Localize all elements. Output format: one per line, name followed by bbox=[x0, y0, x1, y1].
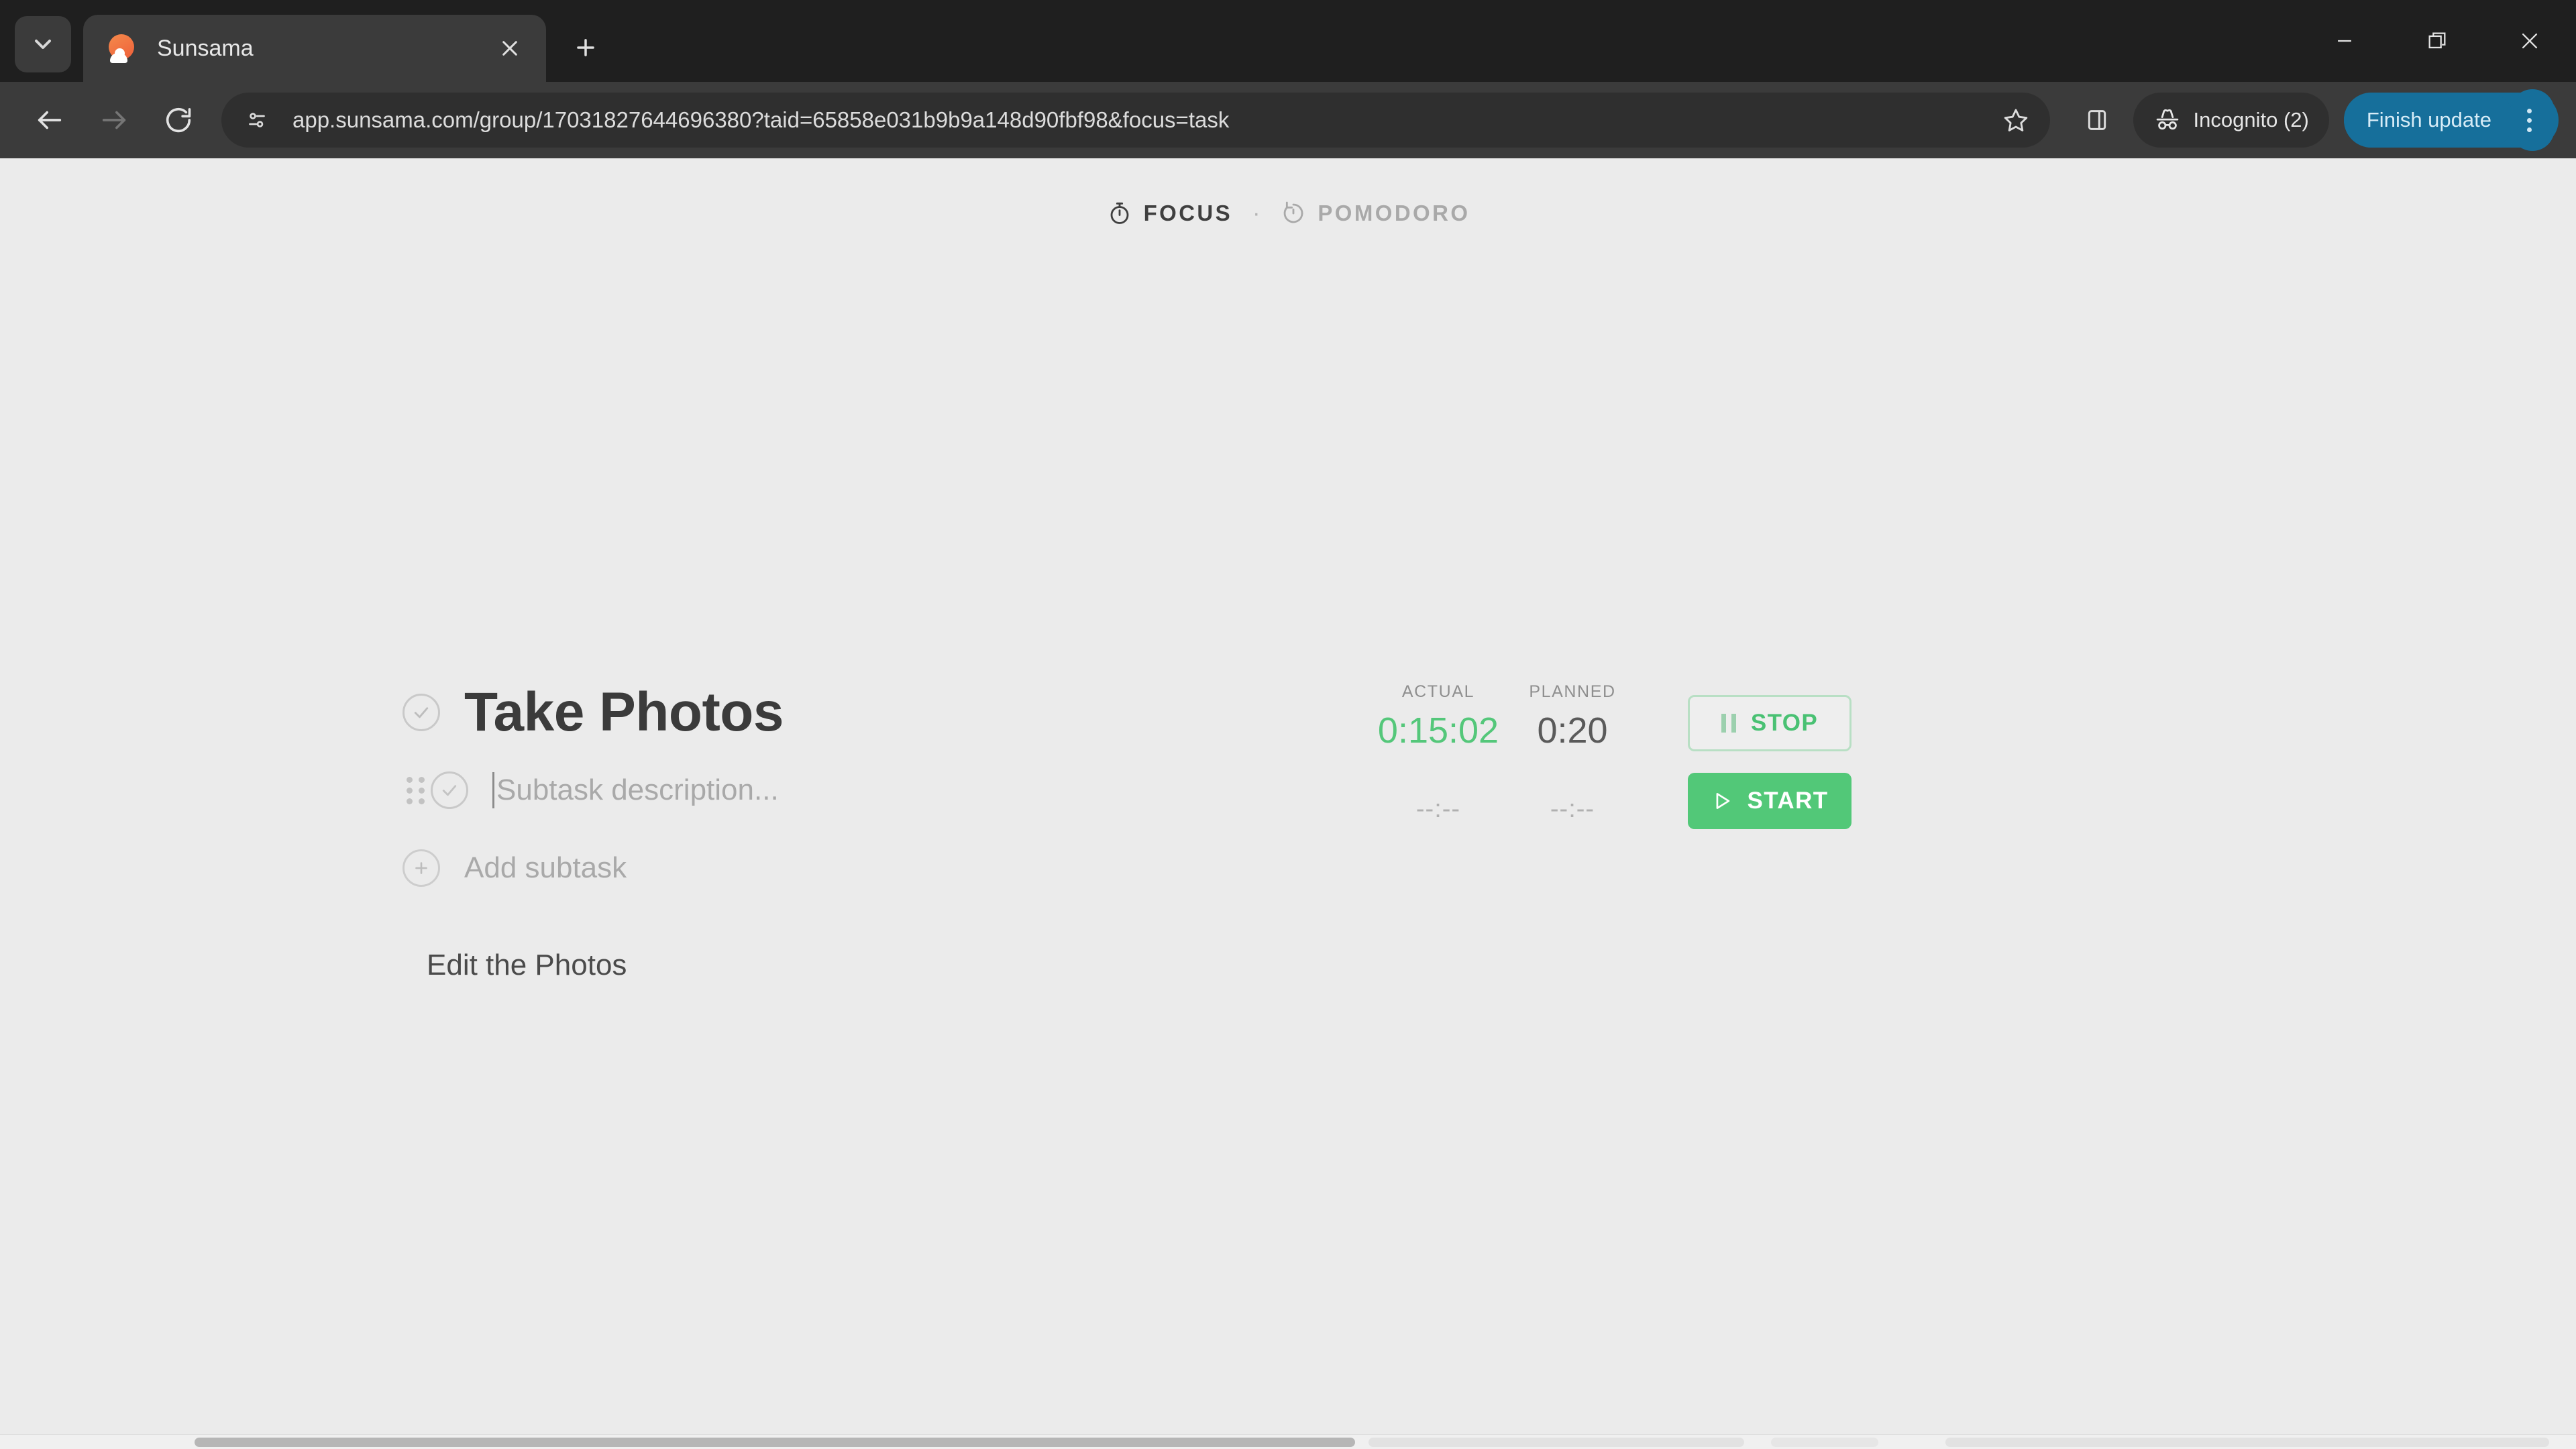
sunsama-favicon-icon bbox=[106, 33, 137, 64]
back-arrow-icon bbox=[38, 111, 62, 129]
chevron-down-icon bbox=[35, 40, 51, 49]
browser-window: Sunsama app.sunsama.com/group/1703182764… bbox=[0, 0, 2576, 1449]
side-panel-icon bbox=[2088, 110, 2106, 130]
window-controls bbox=[2298, 0, 2576, 82]
tab-search-button[interactable] bbox=[15, 16, 71, 72]
browser-menu-button[interactable] bbox=[2510, 89, 2555, 151]
update-group: Finish update bbox=[2343, 89, 2559, 151]
pause-icon bbox=[1721, 714, 1736, 733]
pomodoro-timer-icon bbox=[1284, 201, 1303, 223]
actual-time-value: 0:15:02 bbox=[1377, 710, 1499, 751]
stop-timer-button[interactable]: STOP bbox=[1688, 695, 1851, 751]
side-panel-button[interactable] bbox=[2068, 91, 2127, 150]
browser-tab[interactable]: Sunsama bbox=[83, 15, 546, 82]
scrollbar-track-segment bbox=[1771, 1438, 1878, 1447]
mode-label-focus: FOCUS bbox=[1143, 201, 1233, 225]
actual-time-column: ACTUAL 0:15:02 bbox=[1371, 682, 1505, 751]
close-window-button[interactable] bbox=[2483, 0, 2576, 82]
star-icon bbox=[2004, 109, 2027, 131]
play-icon bbox=[1717, 793, 1730, 809]
tune-sliders-icon bbox=[249, 113, 265, 127]
add-subtask-row[interactable]: Add subtask bbox=[402, 829, 1851, 907]
menu-dot bbox=[2526, 108, 2532, 113]
mode-label-pomodoro: POMODORO bbox=[1318, 201, 1470, 225]
subtask-row: Subtask description... --:-- --:-- START bbox=[402, 751, 1851, 829]
tab-strip: Sunsama bbox=[0, 0, 2576, 82]
subtask-timer-block: --:-- --:-- START bbox=[1371, 751, 1851, 829]
forward-button[interactable] bbox=[82, 88, 146, 152]
subtask-input[interactable]: Subtask description... bbox=[492, 772, 779, 808]
drag-handle-icon[interactable] bbox=[402, 775, 428, 805]
mode-separator: · bbox=[1252, 201, 1260, 226]
check-icon bbox=[414, 707, 429, 718]
stop-button-label: STOP bbox=[1750, 710, 1819, 736]
subtask-planned-column: --:-- bbox=[1505, 795, 1640, 829]
stopwatch-icon bbox=[1110, 202, 1128, 224]
incognito-hat-glasses-icon bbox=[2156, 109, 2178, 130]
close-icon bbox=[502, 41, 517, 56]
start-timer-button[interactable]: START bbox=[1688, 773, 1851, 829]
task-panel: Take Photos ACTUAL 0:15:02 PLANNED 0:20 … bbox=[402, 674, 1851, 982]
actual-caption: ACTUAL bbox=[1401, 682, 1475, 701]
forward-arrow-icon bbox=[102, 111, 126, 129]
tab-title: Sunsama bbox=[157, 35, 254, 61]
menu-dot bbox=[2526, 127, 2532, 132]
planned-time-value[interactable]: 0:20 bbox=[1537, 710, 1607, 751]
menu-dot bbox=[2526, 117, 2532, 123]
subtask-actual-column: --:-- bbox=[1371, 795, 1505, 829]
address-bar[interactable]: app.sunsama.com/group/17031827644696380?… bbox=[221, 93, 2050, 148]
site-settings-button[interactable] bbox=[236, 99, 278, 141]
add-subtask-button[interactable] bbox=[402, 849, 440, 887]
scrollbar-thumb[interactable] bbox=[195, 1438, 1355, 1447]
browser-toolbar: app.sunsama.com/group/17031827644696380?… bbox=[0, 82, 2576, 158]
tab-close-button[interactable] bbox=[491, 30, 529, 67]
url-text[interactable]: app.sunsama.com/group/17031827644696380?… bbox=[292, 107, 1994, 133]
mode-tab-pomodoro[interactable]: POMODORO bbox=[1280, 200, 1470, 227]
task-title[interactable]: Take Photos bbox=[464, 681, 784, 744]
task-timer-block: ACTUAL 0:15:02 PLANNED 0:20 STOP bbox=[1371, 674, 1851, 751]
mode-tab-focus[interactable]: FOCUS bbox=[1106, 200, 1233, 227]
start-button-label: START bbox=[1747, 788, 1829, 814]
subtask-actual-value: --:-- bbox=[1415, 795, 1461, 823]
scrollbar-track-segment bbox=[1945, 1438, 2549, 1447]
incognito-label: Incognito (2) bbox=[2193, 108, 2309, 131]
minimize-icon bbox=[2338, 40, 2351, 42]
maximize-restore-button[interactable] bbox=[2391, 0, 2483, 82]
add-subtask-left: Add subtask bbox=[402, 849, 1851, 887]
subtask-complete-checkbox[interactable] bbox=[431, 771, 468, 809]
restore-icon bbox=[2428, 32, 2446, 49]
bookmark-button[interactable] bbox=[1994, 98, 2038, 142]
incognito-indicator[interactable]: Incognito (2) bbox=[2133, 93, 2329, 148]
check-icon bbox=[442, 785, 457, 796]
subtask-planned-value[interactable]: --:-- bbox=[1550, 795, 1595, 829]
text-caret bbox=[492, 772, 494, 808]
scrollbar-track-segment bbox=[1368, 1438, 1744, 1447]
mode-switcher: FOCUS · POMODORO bbox=[0, 158, 2576, 227]
page-content: FOCUS · POMODORO Take Photos ACTUAL 0:15… bbox=[0, 158, 2576, 1449]
reload-button[interactable] bbox=[146, 88, 211, 152]
finish-update-button[interactable]: Finish update bbox=[2343, 93, 2514, 148]
minimize-button[interactable] bbox=[2298, 0, 2391, 82]
reload-icon bbox=[166, 107, 191, 133]
horizontal-scrollbar[interactable] bbox=[0, 1434, 2576, 1449]
new-tab-button[interactable] bbox=[561, 23, 610, 72]
subtask-placeholder: Subtask description... bbox=[496, 773, 779, 806]
close-icon bbox=[2522, 33, 2538, 49]
add-subtask-label[interactable]: Add subtask bbox=[464, 851, 627, 885]
task-complete-checkbox[interactable] bbox=[402, 694, 440, 731]
plus-icon bbox=[415, 862, 427, 874]
back-button[interactable] bbox=[17, 88, 82, 152]
task-notes[interactable]: Edit the Photos bbox=[427, 949, 1851, 982]
task-row-main: Take Photos ACTUAL 0:15:02 PLANNED 0:20 … bbox=[402, 674, 1851, 751]
planned-caption: PLANNED bbox=[1529, 682, 1616, 701]
plus-icon bbox=[577, 39, 594, 56]
planned-time-column: PLANNED 0:20 bbox=[1505, 682, 1640, 751]
